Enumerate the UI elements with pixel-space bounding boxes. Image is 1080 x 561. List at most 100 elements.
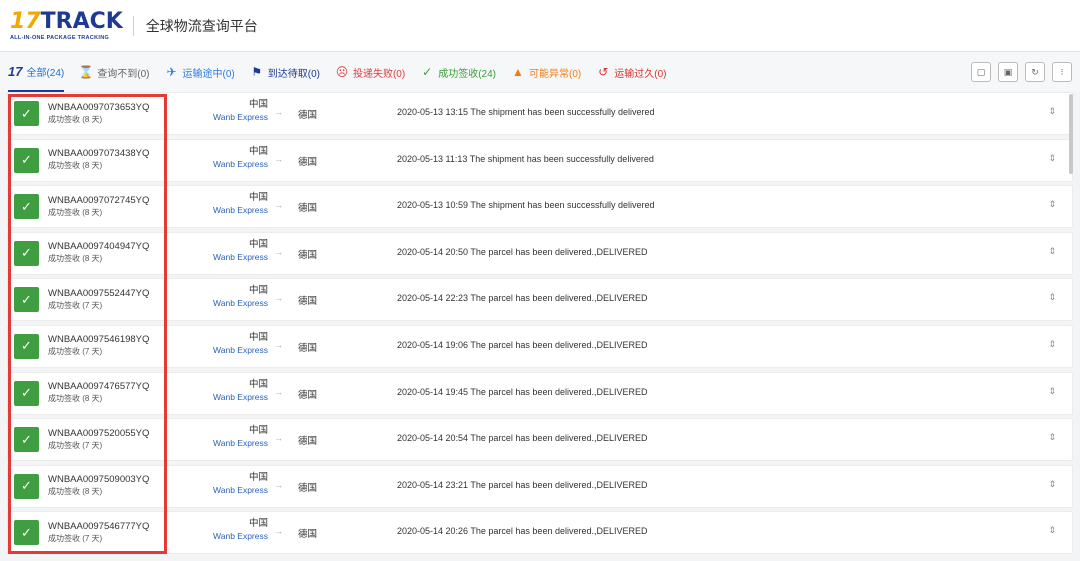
- tab-in-transit[interactable]: ✈ 运输途中(0): [165, 52, 235, 92]
- tab-label: 成功签收(24): [438, 68, 496, 80]
- latest-event: 2020-05-13 10:59 The shipment has been s…: [397, 200, 655, 211]
- expand-icon[interactable]: ⇕: [1048, 479, 1056, 490]
- latest-event: 2020-05-14 19:45 The parcel has been del…: [397, 386, 648, 397]
- 17track-logo[interactable]: 17TRACK ALL-IN-ONE PACKAGE TRACKING: [10, 6, 123, 46]
- tracking-number[interactable]: WNBAA0097404947YQ: [48, 241, 198, 253]
- delivered-check-icon[interactable]: ✓: [14, 194, 39, 220]
- tracking-list: ✓ WNBAA0097073653YQ 成功签收 (8 天) 中国 Wanb E…: [7, 92, 1073, 558]
- refresh-icon[interactable]: ↻: [1025, 62, 1045, 82]
- tracking-row[interactable]: ✓ WNBAA0097072745YQ 成功签收 (8 天) 中国 Wanb E…: [7, 185, 1073, 229]
- tracking-number[interactable]: WNBAA0097546777YQ: [48, 521, 198, 533]
- tracking-number[interactable]: WNBAA0097509003YQ: [48, 474, 198, 486]
- tracking-row[interactable]: ✓ WNBAA0097476577YQ 成功签收 (8 天) 中国 Wanb E…: [7, 371, 1073, 415]
- carrier-link[interactable]: Wanb Express: [198, 437, 268, 449]
- expand-icon[interactable]: ⇕: [1048, 106, 1056, 117]
- tracking-number[interactable]: WNBAA0097073653YQ: [48, 102, 198, 114]
- tab-label: 全部(24): [26, 67, 65, 79]
- flag-icon: ⚑: [251, 65, 263, 79]
- destination-country: 德国: [298, 482, 318, 494]
- tracking-row[interactable]: ✓ WNBAA0097552447YQ 成功签收 (7 天) 中国 Wanb E…: [7, 278, 1073, 322]
- app-header: 17TRACK ALL-IN-ONE PACKAGE TRACKING 全球物流…: [0, 0, 1080, 52]
- destination-country: 德国: [298, 436, 318, 448]
- carrier-link[interactable]: Wanb Express: [198, 344, 268, 356]
- delivery-status: 成功签收 (8 天): [48, 254, 103, 264]
- delivery-status: 成功签收 (7 天): [48, 300, 103, 310]
- delivered-check-icon[interactable]: ✓: [14, 427, 39, 453]
- latest-event: 2020-05-14 20:26 The parcel has been del…: [397, 526, 648, 537]
- expand-icon[interactable]: ⇕: [1048, 525, 1056, 536]
- carrier-link[interactable]: Wanb Express: [198, 111, 268, 123]
- expand-icon[interactable]: ⇕: [1048, 199, 1056, 210]
- tab-expired[interactable]: ↺ 运输过久(0): [596, 52, 666, 92]
- tracking-number[interactable]: WNBAA0097072745YQ: [48, 195, 198, 207]
- expand-icon[interactable]: ⇕: [1048, 292, 1056, 303]
- carrier-link[interactable]: Wanb Express: [198, 158, 268, 170]
- tab-not-found[interactable]: ⌛ 查询不到(0): [79, 52, 150, 92]
- tracking-row[interactable]: ✓ WNBAA0097546777YQ 成功签收 (7 天) 中国 Wanb E…: [7, 511, 1073, 555]
- tracking-number[interactable]: WNBAA0097476577YQ: [48, 381, 198, 393]
- scrollbar-thumb[interactable]: [1069, 94, 1073, 174]
- tracking-row[interactable]: ✓ WNBAA0097073438YQ 成功签收 (8 天) 中国 Wanb E…: [7, 138, 1073, 182]
- route-arrow-icon: →: [274, 107, 283, 117]
- tracking-number[interactable]: WNBAA0097520055YQ: [48, 428, 198, 440]
- toolbar: ▢ ▣ ↻ ⁝: [971, 62, 1072, 82]
- expand-icon[interactable]: ⇕: [1048, 153, 1056, 164]
- expand-icon[interactable]: ⇕: [1048, 246, 1056, 257]
- tracking-number[interactable]: WNBAA0097073438YQ: [48, 148, 198, 160]
- origin-country: 中国: [248, 238, 268, 250]
- latest-event: 2020-05-14 19:06 The parcel has been del…: [397, 339, 648, 350]
- tracking-row[interactable]: ✓ WNBAA0097546198YQ 成功签收 (7 天) 中国 Wanb E…: [7, 324, 1073, 368]
- tracking-row[interactable]: ✓ WNBAA0097404947YQ 成功签收 (8 天) 中国 Wanb E…: [7, 231, 1073, 275]
- origin-country: 中国: [248, 425, 268, 437]
- latest-event: 2020-05-14 23:21 The parcel has been del…: [397, 479, 648, 490]
- carrier-link[interactable]: Wanb Express: [198, 204, 268, 216]
- copy-icon[interactable]: ▢: [971, 62, 991, 82]
- tab-delivered[interactable]: ✓ 成功签收(24): [420, 52, 496, 92]
- tab-pickup[interactable]: ⚑ 到达待取(0): [250, 52, 320, 92]
- delivered-check-icon[interactable]: ✓: [14, 333, 39, 359]
- delivery-status: 成功签收 (7 天): [48, 533, 103, 543]
- header-divider: [132, 15, 134, 36]
- tab-exception[interactable]: ▲ 可能异常(0): [511, 52, 581, 92]
- delivered-check-icon[interactable]: ✓: [14, 380, 39, 406]
- route-arrow-icon: →: [274, 339, 283, 350]
- destination-country: 德国: [298, 203, 318, 215]
- tab-all[interactable]: 17 全部(24): [8, 52, 65, 92]
- tracking-number[interactable]: WNBAA0097546198YQ: [48, 334, 198, 346]
- delivered-check-icon[interactable]: ✓: [14, 240, 39, 266]
- tracking-row[interactable]: ✓ WNBAA0097520055YQ 成功签收 (7 天) 中国 Wanb E…: [7, 418, 1073, 462]
- delivery-status: 成功签收 (8 天): [48, 114, 103, 124]
- origin-country: 中国: [248, 99, 268, 110]
- sad-face-icon: ☹: [335, 65, 349, 79]
- copy-all-icon[interactable]: ▣: [998, 62, 1018, 82]
- status-tabs-bar: 17 全部(24) ⌛ 查询不到(0) ✈ 运输途中(0) ⚑ 到达待取(0) …: [0, 52, 1080, 92]
- tab-label: 运输途中(0): [182, 68, 235, 80]
- origin-country: 中国: [248, 192, 268, 204]
- carrier-link[interactable]: Wanb Express: [198, 297, 268, 309]
- delivered-check-icon[interactable]: ✓: [14, 101, 39, 126]
- carrier-link[interactable]: Wanb Express: [198, 391, 268, 403]
- route-arrow-icon: →: [274, 386, 283, 397]
- tracking-row[interactable]: ✓ WNBAA0097509003YQ 成功签收 (8 天) 中国 Wanb E…: [7, 464, 1073, 508]
- delivered-check-icon[interactable]: ✓: [14, 287, 39, 313]
- delivered-check-icon[interactable]: ✓: [14, 473, 39, 499]
- more-icon[interactable]: ⁝: [1052, 62, 1072, 82]
- expand-icon[interactable]: ⇕: [1048, 432, 1056, 443]
- delivered-check-icon[interactable]: ✓: [14, 147, 39, 173]
- carrier-link[interactable]: Wanb Express: [198, 251, 268, 263]
- destination-country: 德国: [298, 529, 318, 541]
- tab-label: 投递失败(0): [352, 68, 406, 80]
- origin-country: 中国: [248, 378, 268, 390]
- tracking-row[interactable]: ✓ WNBAA0097073653YQ 成功签收 (8 天) 中国 Wanb E…: [7, 92, 1073, 135]
- carrier-link[interactable]: Wanb Express: [198, 530, 268, 542]
- tab-delivery-failed[interactable]: ☹ 投递失败(0): [335, 52, 406, 92]
- delivery-status: 成功签收 (8 天): [48, 161, 103, 171]
- carrier-link[interactable]: Wanb Express: [198, 484, 268, 496]
- checkmark-icon: ✓: [422, 65, 433, 79]
- tracking-number[interactable]: WNBAA0097552447YQ: [48, 288, 198, 300]
- airplane-icon: ✈: [166, 65, 177, 79]
- delivered-check-icon[interactable]: ✓: [14, 520, 39, 546]
- expand-icon[interactable]: ⇕: [1048, 386, 1056, 397]
- origin-country: 中国: [248, 518, 268, 530]
- expand-icon[interactable]: ⇕: [1048, 339, 1056, 350]
